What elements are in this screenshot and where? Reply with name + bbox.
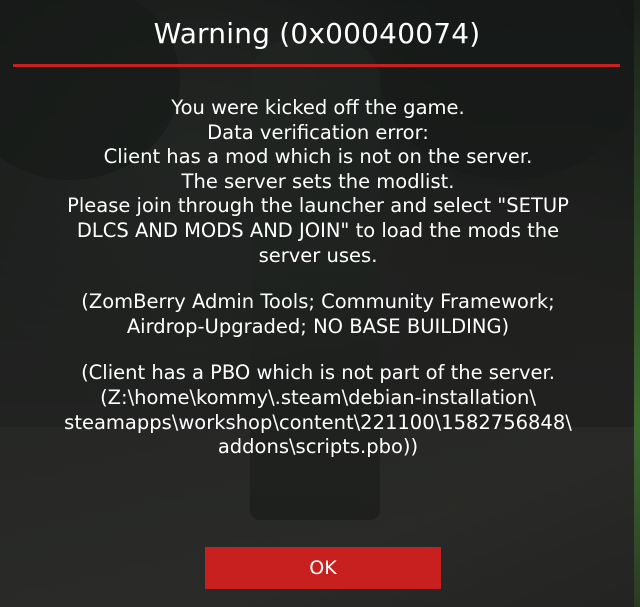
message-line: Please join through the launcher and sel… — [67, 194, 569, 218]
message-line: DLCS AND MODS AND JOIN" to load the mods… — [76, 218, 560, 242]
title-divider — [13, 64, 620, 67]
warning-dialog: Warning (0x00040074) You were kicked off… — [0, 0, 634, 607]
pbo-path-line: (Z:\home\kommy\.steam\debian-installatio… — [100, 385, 536, 409]
message-line: server uses. — [258, 243, 378, 267]
pbo-path-line: steamapps\workshop\content\221100\158275… — [64, 410, 572, 434]
dialog-title: Warning (0x00040074) — [153, 17, 481, 50]
message-line: The server sets the modlist. — [181, 169, 455, 193]
message-line: Client has a mod which is not on the ser… — [103, 145, 533, 169]
ok-button[interactable]: OK — [205, 547, 441, 589]
message-line: Data verification error: — [207, 120, 429, 144]
pbo-path-line: addons\scripts.pbo)) — [217, 435, 419, 459]
mod-list-line: (ZomBerry Admin Tools; Community Framewo… — [81, 290, 555, 314]
dialog-message: You were kicked off the game. Data verif… — [10, 96, 626, 460]
message-line: You were kicked off the game. — [171, 96, 465, 119]
background-edge — [634, 0, 640, 607]
pbo-path-line: (Client has a PBO which is not part of t… — [81, 361, 555, 385]
mod-list-line: Airdrop-Upgraded; NO BASE BUILDING) — [126, 314, 510, 338]
